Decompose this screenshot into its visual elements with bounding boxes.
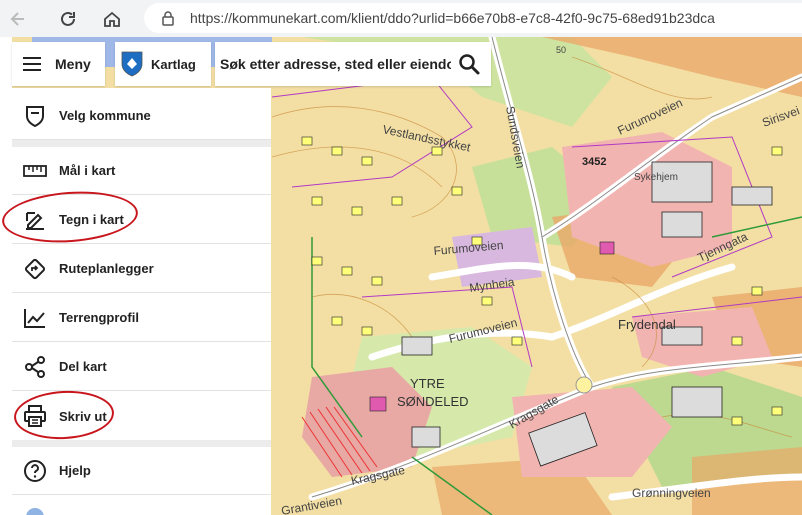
printer-icon: [24, 405, 46, 427]
share-icon: [25, 355, 45, 378]
chart-line-icon: [24, 308, 45, 328]
browser-toolbar: https://kommunekart.com/klient/ddo?urlid…: [0, 0, 802, 37]
map-label: Frydendal: [618, 317, 676, 332]
lock-icon: [162, 11, 174, 26]
sidebar-item-terrengprofil[interactable]: Terrengprofil: [12, 294, 271, 342]
sidebar-item-ruteplanlegger[interactable]: Ruteplanlegger: [12, 245, 271, 293]
sidebar-item-label: Ruteplanlegger: [59, 261, 154, 276]
help-icon: [24, 459, 46, 482]
side-menu: Velg kommune Mål i kart Tegn i kart Rute…: [12, 88, 271, 515]
kartlag-label: Kartlag: [151, 56, 196, 72]
sidebar-item-label: Del kart: [59, 359, 107, 374]
hamburger-icon: [23, 57, 41, 71]
sidebar-item-hjelp[interactable]: Hjelp: [12, 447, 271, 495]
map-label: 50: [556, 45, 566, 55]
menu-button[interactable]: Meny: [12, 42, 105, 86]
reload-icon: [61, 11, 75, 26]
sidebar-item-tegn-i-kart[interactable]: Tegn i kart: [12, 196, 271, 244]
municipal-crest-icon: [121, 51, 143, 77]
map-toolbar: Meny Kartlag: [12, 42, 491, 86]
reload-button[interactable]: [50, 1, 86, 37]
search-button[interactable]: [451, 42, 487, 86]
sidebar-item-label: Velg kommune: [59, 108, 151, 123]
sidebar-item-label: Mål i kart: [59, 163, 116, 178]
sidebar-item-del-kart[interactable]: Del kart: [12, 343, 271, 391]
sidebar-item-skriv-ut[interactable]: Skriv ut: [12, 392, 271, 440]
home-icon: [104, 11, 120, 27]
sidebar-item-label: Terrengprofil: [59, 310, 139, 325]
shield-icon: [26, 105, 44, 127]
divider: [12, 140, 271, 147]
map-label: 3452: [582, 156, 606, 168]
sidebar-item-label: Hjelp: [59, 463, 91, 478]
sidebar-item-label: Skriv ut: [59, 408, 107, 424]
map-label: YTRE: [410, 376, 445, 391]
home-button[interactable]: [94, 1, 130, 37]
ruler-icon: [23, 164, 47, 177]
search-icon: [459, 54, 480, 75]
sidebar-item-velg-kommune[interactable]: Velg kommune: [12, 92, 271, 140]
sidebar-item-mal-i-kart[interactable]: Mål i kart: [12, 147, 271, 195]
sidebar-item-label: Tegn i kart: [59, 212, 124, 227]
route-icon: [24, 258, 46, 279]
draw-icon: [26, 211, 44, 230]
search-input[interactable]: [215, 42, 451, 86]
map-label: SØNDELED: [397, 394, 469, 409]
address-bar[interactable]: https://kommunekart.com/klient/ddo?urlid…: [144, 3, 802, 33]
url-text: https://kommunekart.com/klient/ddo?urlid…: [190, 10, 715, 26]
menu-label: Meny: [55, 56, 91, 72]
search-box[interactable]: [215, 42, 491, 86]
info-icon: [26, 508, 44, 515]
kartlag-button[interactable]: Kartlag: [115, 42, 211, 86]
map-label: Grønningveien: [632, 486, 711, 500]
back-arrow-icon: [10, 11, 24, 26]
map-label: Sykehjem: [634, 172, 678, 183]
back-button[interactable]: [0, 1, 36, 37]
divider: [12, 440, 271, 447]
